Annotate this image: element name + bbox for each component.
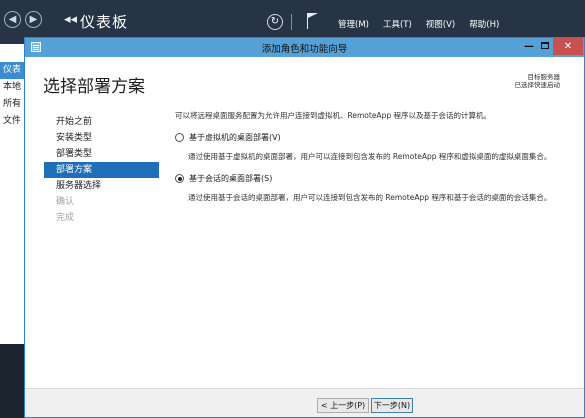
forward-icon[interactable]: ▶ [25, 11, 42, 28]
back-icon[interactable]: ◀ [4, 11, 21, 28]
previous-button[interactable]: < 上一步(P) [317, 398, 369, 413]
destination-label: 目标服务器 [527, 73, 561, 81]
destination-server: 目标服务器 已选择快速启动 [515, 73, 561, 89]
step-before-you-begin[interactable]: 开始之前 [44, 114, 159, 130]
menu-help[interactable]: 帮助(H) [469, 18, 499, 30]
radio-icon[interactable] [175, 133, 184, 142]
refresh-icon[interactable]: ↻ [267, 14, 283, 30]
step-deployment-scenario[interactable]: 部署方案 [44, 162, 159, 178]
next-button[interactable]: 下一步(N) [371, 398, 413, 413]
wizard-heading: 选择部署方案 [43, 77, 145, 97]
step-server-selection[interactable]: 服务器选择 [44, 178, 159, 194]
nav-buttons: ◀ ▶ [4, 11, 42, 28]
flag-icon[interactable] [307, 13, 319, 29]
menu-view[interactable]: 视图(V) [426, 18, 455, 30]
option-session-label[interactable]: 基于会话的桌面部署(S) [189, 173, 272, 184]
option-session-description: 通过使用基于会话的桌面部署，用户可以连接到包含发布的 RemoteApp 程序和… [188, 193, 552, 202]
separator [291, 14, 292, 30]
step-completion: 完成 [56, 213, 75, 223]
option-vm-description: 通过使用基于虚拟机的桌面部署，用户可以连接到包含发布的 RemoteApp 程序… [188, 152, 552, 161]
step-installation-type[interactable]: 安装类型 [44, 130, 159, 146]
step-deployment-type[interactable]: 部署类型 [44, 146, 159, 162]
option-session-deployment[interactable]: 基于会话的桌面部署(S) 通过使用基于会话的桌面部署，用户可以连接到包含发布的 … [175, 173, 575, 203]
minimize-icon[interactable]: — [521, 38, 537, 55]
radio-icon[interactable] [175, 174, 184, 183]
intro-text: 可以将远程桌面服务配置为允许用户连接到虚拟机、RemoteApp 程序以及基于会… [175, 111, 491, 120]
title-bar[interactable]: 添加角色和功能向导 — ✕ [25, 38, 584, 57]
breadcrumb-arrows: ◂◂ [64, 12, 78, 27]
close-icon[interactable]: ✕ [553, 38, 583, 55]
option-vm-deployment[interactable]: 基于虚拟机的桌面部署(V) 通过使用基于虚拟机的桌面部署，用户可以连接到包含发布… [175, 132, 575, 162]
step-confirmation: 确认 [56, 197, 75, 207]
wizard-footer: < 上一步(P) 下一步(N) [25, 388, 584, 417]
menu-manage[interactable]: 管理(M) [338, 18, 369, 30]
destination-value: 已选择快速启动 [514, 81, 561, 89]
content-pane: 可以将远程桌面服务配置为允许用户连接到虚拟机、RemoteApp 程序以及基于会… [175, 110, 575, 203]
menu-tools[interactable]: 工具(T) [383, 18, 412, 30]
menu-bar: 管理(M) 工具(T) 视图(V) 帮助(H) [338, 18, 499, 30]
page-title: 仪表板 [80, 13, 129, 31]
wizard-steps: 开始之前 安装类型 部署类型 部署方案 服务器选择 确认 完成 [44, 114, 159, 226]
option-vm-label[interactable]: 基于虚拟机的桌面部署(V) [189, 132, 281, 143]
window-title: 添加角色和功能向导 [261, 44, 348, 55]
wizard-window: 添加角色和功能向导 — ✕ 选择部署方案 目标服务器 已选择快速启动 开始之前 … [24, 37, 585, 418]
maximize-icon[interactable] [537, 38, 553, 55]
